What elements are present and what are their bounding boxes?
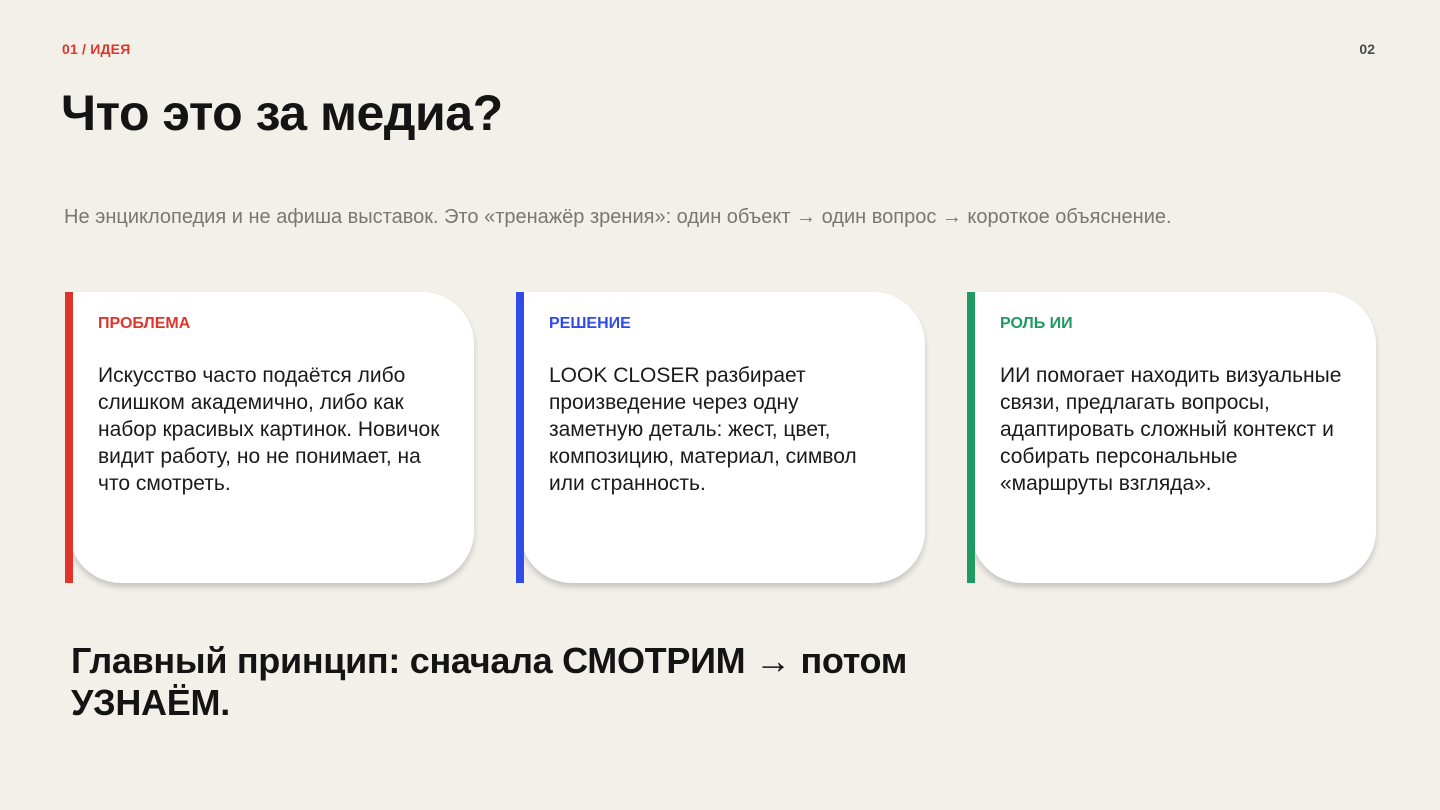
card-text: Искусство часто подаётся либо слишком ак… [98, 364, 440, 495]
card-label: ПРОБЛЕМА [98, 315, 191, 332]
subtitle: Не энциклопедия и не афиша выставок. Это… [64, 206, 1172, 228]
section-label: 01 / ИДЕЯ [62, 41, 131, 57]
card-text: LOOK CLOSER разбирает произведение через… [549, 364, 857, 495]
card-accent-bar [516, 292, 524, 583]
card-label: РОЛЬ ИИ [1000, 315, 1073, 332]
card-accent-bar [967, 292, 975, 583]
card-solution: РЕШЕНИЕ LOOK CLOSER разбирает произведен… [516, 292, 925, 583]
card-problem: ПРОБЛЕМА Искусство часто подаётся либо с… [65, 292, 474, 583]
card-accent-bar [65, 292, 73, 583]
main-principle: Главный принцип: сначала СМОТРИМ → потом… [71, 640, 908, 723]
card-text: ИИ помогает находить визуальные связи, п… [1000, 364, 1342, 495]
page-title: Что это за медиа? [61, 85, 503, 141]
card-label: РЕШЕНИЕ [549, 315, 631, 332]
page-number: 02 [1359, 41, 1375, 57]
card-ai-role: РОЛЬ ИИ ИИ помогает находить визуальные … [967, 292, 1376, 583]
